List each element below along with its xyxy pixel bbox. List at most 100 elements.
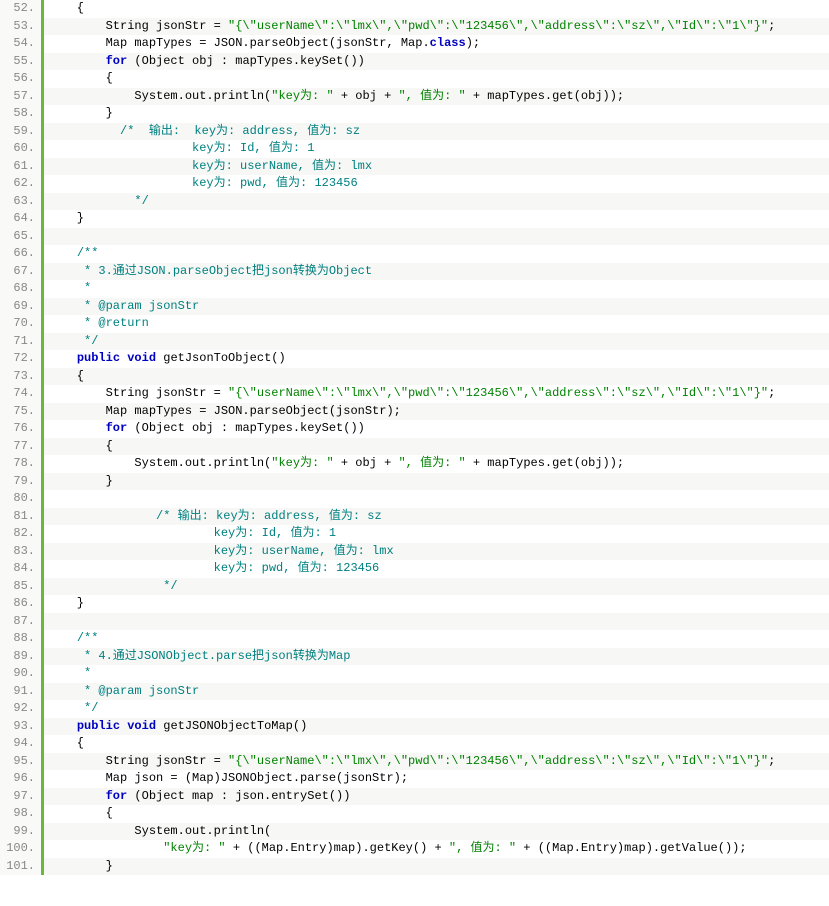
code-line: {: [44, 805, 829, 823]
code-line: /**: [44, 245, 829, 263]
token-plain: [48, 54, 106, 68]
token-plain: [48, 789, 106, 803]
code-line: */: [44, 333, 829, 351]
token-comment: key为: Id, 值为: 1: [48, 526, 336, 540]
code-line: key为: userName, 值为: lmx: [44, 158, 829, 176]
token-plain: Map json = (Map)JSONObject.parse(jsonStr…: [48, 771, 408, 785]
line-number: 56.: [6, 70, 35, 88]
code-line: * 3.通过JSON.parseObject把json转换为Object: [44, 263, 829, 281]
code-content[interactable]: { String jsonStr = "{\"userName\":\"lmx\…: [44, 0, 829, 875]
code-line: key为: userName, 值为: lmx: [44, 543, 829, 561]
line-number: 55.: [6, 53, 35, 71]
token-comment: */: [48, 194, 149, 208]
code-line: for (Object map : json.entrySet()): [44, 788, 829, 806]
token-plain: (Object obj : mapTypes.keySet()): [127, 54, 365, 68]
token-plain: String jsonStr =: [48, 386, 228, 400]
code-line: public void getJSONObjectToMap(): [44, 718, 829, 736]
line-number: 84.: [6, 560, 35, 578]
line-number: 63.: [6, 193, 35, 211]
token-comment: key为: Id, 值为: 1: [48, 141, 314, 155]
line-number: 72.: [6, 350, 35, 368]
code-line: [44, 613, 829, 631]
code-line: }: [44, 858, 829, 876]
token-str: "key为: ": [163, 841, 225, 855]
line-number: 80.: [6, 490, 35, 508]
line-number: 91.: [6, 683, 35, 701]
token-plain: + mapTypes.get(obj));: [466, 89, 624, 103]
token-plain: }: [48, 596, 84, 610]
line-number: 75.: [6, 403, 35, 421]
code-line: [44, 490, 829, 508]
code-line: */: [44, 193, 829, 211]
code-line: String jsonStr = "{\"userName\":\"lmx\",…: [44, 753, 829, 771]
line-number: 89.: [6, 648, 35, 666]
token-plain: + mapTypes.get(obj));: [466, 456, 624, 470]
code-line: /**: [44, 630, 829, 648]
token-comment: * @param jsonStr: [48, 299, 199, 313]
line-number: 78.: [6, 455, 35, 473]
code-line: * 4.通过JSONObject.parse把json转换为Map: [44, 648, 829, 666]
token-plain: System.out.println(: [48, 456, 271, 470]
token-plain: System.out.println(: [48, 824, 271, 838]
line-number: 61.: [6, 158, 35, 176]
code-line: */: [44, 578, 829, 596]
token-plain: [48, 246, 77, 260]
code-line: public void getJsonToObject(): [44, 350, 829, 368]
code-line: key为: pwd, 值为: 123456: [44, 175, 829, 193]
line-number: 66.: [6, 245, 35, 263]
token-comment: key为: userName, 值为: lmx: [48, 159, 372, 173]
token-comment: /**: [77, 246, 99, 260]
line-number: 54.: [6, 35, 35, 53]
code-line: System.out.println("key为: " + obj + ", 值…: [44, 455, 829, 473]
token-str: "{\"userName\":\"lmx\",\"pwd\":\"123456\…: [228, 754, 768, 768]
line-number: 58.: [6, 105, 35, 123]
line-number: 87.: [6, 613, 35, 631]
code-line: Map mapTypes = JSON.parseObject(jsonStr,…: [44, 35, 829, 53]
token-comment: /**: [77, 631, 99, 645]
code-line: key为: Id, 值为: 1: [44, 140, 829, 158]
token-comment: /* 输出: key为: address, 值为: sz: [120, 124, 360, 138]
token-kw: class: [430, 36, 466, 50]
token-kw: public: [77, 351, 120, 365]
code-line: Map mapTypes = JSON.parseObject(jsonStr)…: [44, 403, 829, 421]
token-kw: void: [127, 351, 156, 365]
token-plain: {: [48, 439, 113, 453]
code-line: key为: Id, 值为: 1: [44, 525, 829, 543]
token-str: "{\"userName\":\"lmx\",\"pwd\":\"123456\…: [228, 19, 768, 33]
token-plain: }: [48, 106, 113, 120]
code-line: for (Object obj : mapTypes.keySet()): [44, 53, 829, 71]
line-number: 96.: [6, 770, 35, 788]
token-str: "{\"userName\":\"lmx\",\"pwd\":\"123456\…: [228, 386, 768, 400]
code-line: *: [44, 280, 829, 298]
line-number: 67.: [6, 263, 35, 281]
token-str: "key为: ": [271, 89, 333, 103]
line-number: 62.: [6, 175, 35, 193]
token-plain: + ((Map.Entry)map).getValue());: [516, 841, 746, 855]
line-number: 101.: [6, 858, 35, 876]
token-comment: key为: pwd, 值为: 123456: [48, 176, 358, 190]
line-number: 53.: [6, 18, 35, 36]
token-kw: void: [127, 719, 156, 733]
code-line: }: [44, 105, 829, 123]
token-plain: System.out.println(: [48, 89, 271, 103]
token-comment: * 3.通过JSON.parseObject把json转换为Object: [48, 264, 372, 278]
code-line: /* 输出: key为: address, 值为: sz: [44, 508, 829, 526]
code-line: }: [44, 473, 829, 491]
token-plain: {: [48, 71, 113, 85]
line-number: 97.: [6, 788, 35, 806]
token-plain: + obj +: [334, 89, 399, 103]
token-plain: String jsonStr =: [48, 19, 228, 33]
line-number-gutter: 52.53.54.55.56.57.58.59.60.61.62.63.64.6…: [0, 0, 44, 875]
token-plain: String jsonStr =: [48, 754, 228, 768]
token-plain: [48, 631, 77, 645]
code-line: "key为: " + ((Map.Entry)map).getKey() + "…: [44, 840, 829, 858]
token-comment: * @return: [48, 316, 149, 330]
token-plain: [48, 509, 156, 523]
token-str: ", 值为: ": [449, 841, 516, 855]
code-line: /* 输出: key为: address, 值为: sz: [44, 123, 829, 141]
code-line: * @param jsonStr: [44, 683, 829, 701]
line-number: 85.: [6, 578, 35, 596]
token-plain: );: [466, 36, 480, 50]
token-plain: ;: [768, 386, 775, 400]
token-plain: [48, 841, 163, 855]
